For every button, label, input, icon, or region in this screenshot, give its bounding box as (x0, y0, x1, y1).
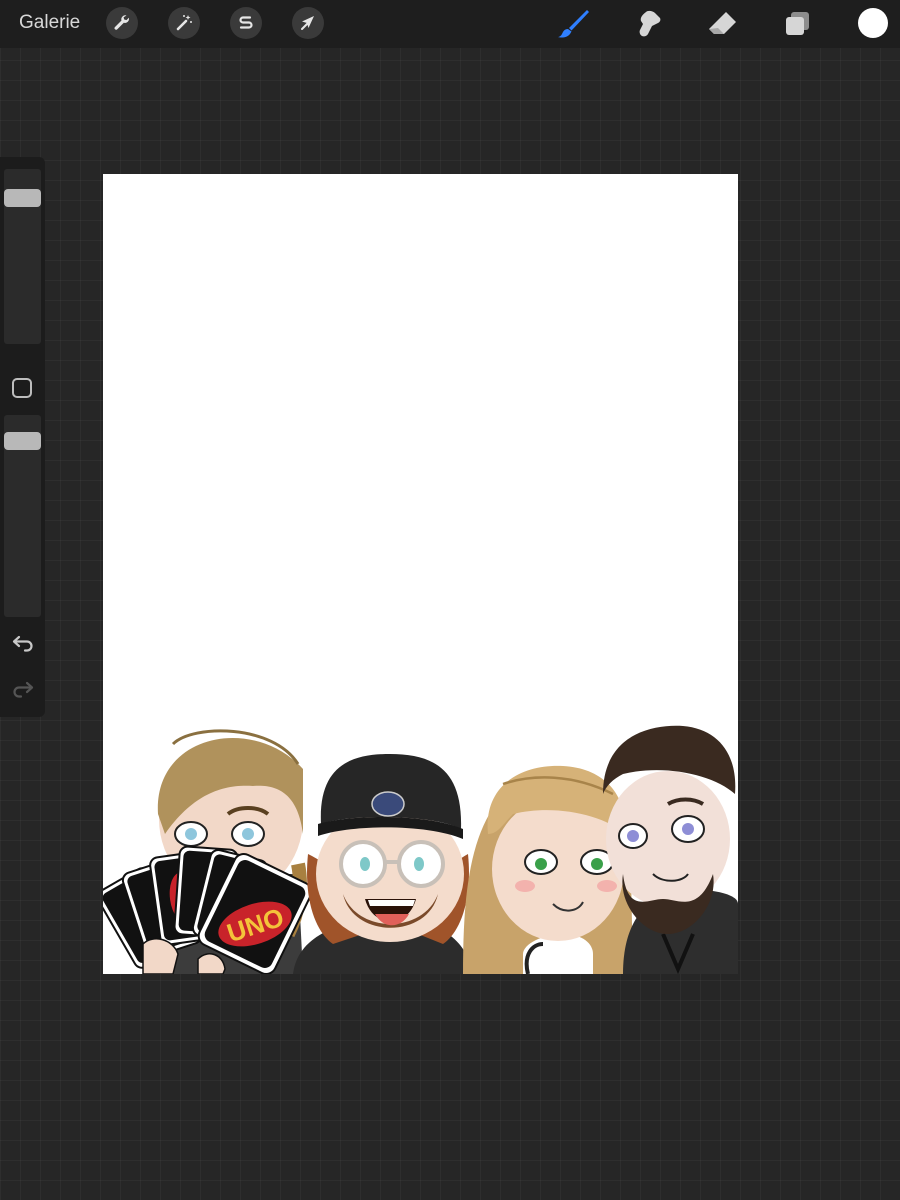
gallery-button[interactable]: Galerie (19, 12, 80, 34)
layers-tool-button[interactable] (782, 8, 816, 40)
actions-button[interactable] (106, 7, 138, 39)
redo-icon[interactable] (10, 676, 36, 702)
magic-wand-icon (176, 15, 192, 31)
eraser-tool-button[interactable] (706, 8, 740, 40)
color-picker-swatch[interactable] (858, 8, 888, 38)
brush-size-slider-thumb[interactable] (4, 188, 41, 207)
selection-button[interactable] (230, 7, 262, 39)
wrench-icon (114, 15, 129, 30)
transform-arrow-icon (301, 16, 314, 30)
opacity-slider-thumb[interactable] (4, 432, 41, 451)
brush-icon (558, 10, 589, 38)
artwork-illustration: UNO (103, 725, 738, 974)
smudge-tool-button[interactable] (632, 8, 666, 40)
character-blonde-woman (463, 765, 633, 974)
modify-button[interactable] (12, 378, 32, 398)
layers-icon (786, 12, 809, 35)
brush-tool-button[interactable] (556, 8, 590, 40)
transform-button[interactable] (292, 7, 324, 39)
drawing-canvas[interactable]: UNO (103, 174, 738, 974)
left-sidebar (0, 157, 45, 717)
character-beanie-man (293, 754, 473, 974)
selection-s-icon (239, 16, 253, 29)
adjustments-button[interactable] (168, 7, 200, 39)
undo-icon[interactable] (10, 630, 36, 656)
smudge-icon (639, 10, 661, 37)
eraser-icon (709, 12, 736, 34)
top-toolbar: Galerie (0, 0, 900, 48)
